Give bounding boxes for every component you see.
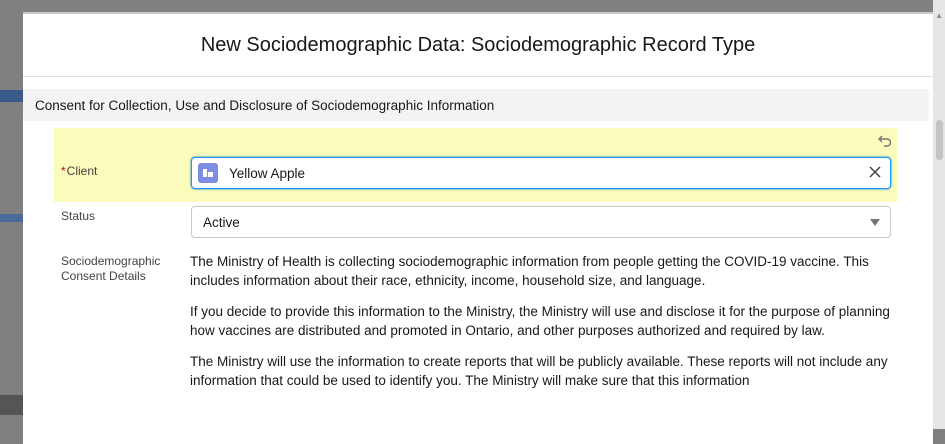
record-modal: New Sociodemographic Data: Sociodemograp… bbox=[23, 12, 933, 444]
status-field-row: Status Active bbox=[54, 202, 897, 248]
consent-paragraph: The Ministry will use the information to… bbox=[190, 354, 888, 388]
modal-title: New Sociodemographic Data: Sociodemograp… bbox=[200, 33, 756, 56]
client-field-row: *Client Yellow Apple bbox=[54, 128, 897, 202]
scrollbar-thumb[interactable] bbox=[936, 120, 943, 160]
consent-field-row: Sociodemographic Consent Details The Min… bbox=[54, 248, 897, 390]
status-label: Status bbox=[61, 209, 96, 223]
status-select[interactable]: Active bbox=[191, 206, 891, 238]
consent-details-text: The Ministry of Health is collecting soc… bbox=[190, 248, 890, 390]
record-form: *Client Yellow Apple Status Active Socio… bbox=[54, 128, 897, 402]
close-icon[interactable] bbox=[868, 165, 882, 179]
client-value: Yellow Apple bbox=[229, 165, 306, 181]
backdrop-fragment bbox=[0, 214, 23, 222]
page-scrollbar[interactable]: ▲ bbox=[933, 0, 945, 429]
backdrop-fragment bbox=[0, 90, 23, 102]
section-header[interactable]: Consent for Collection, Use and Disclosu… bbox=[23, 89, 929, 121]
modal-header: New Sociodemographic Data: Sociodemograp… bbox=[23, 14, 933, 77]
chevron-down-icon[interactable] bbox=[870, 219, 880, 226]
undo-icon[interactable] bbox=[877, 132, 893, 148]
client-label-text: Client bbox=[66, 164, 98, 178]
consent-paragraph: If you decide to provide this informatio… bbox=[190, 304, 890, 338]
client-label: *Client bbox=[61, 164, 97, 179]
record-icon bbox=[198, 163, 218, 183]
scroll-up-icon[interactable]: ▲ bbox=[935, 12, 943, 20]
status-value: Active bbox=[203, 214, 240, 230]
section-title: Consent for Collection, Use and Disclosu… bbox=[35, 97, 495, 113]
consent-paragraph: The Ministry of Health is collecting soc… bbox=[190, 254, 869, 288]
required-marker: * bbox=[61, 164, 66, 178]
backdrop-fragment bbox=[0, 395, 23, 415]
consent-label: Sociodemographic Consent Details bbox=[61, 254, 161, 283]
client-lookup-input[interactable]: Yellow Apple bbox=[191, 157, 891, 189]
